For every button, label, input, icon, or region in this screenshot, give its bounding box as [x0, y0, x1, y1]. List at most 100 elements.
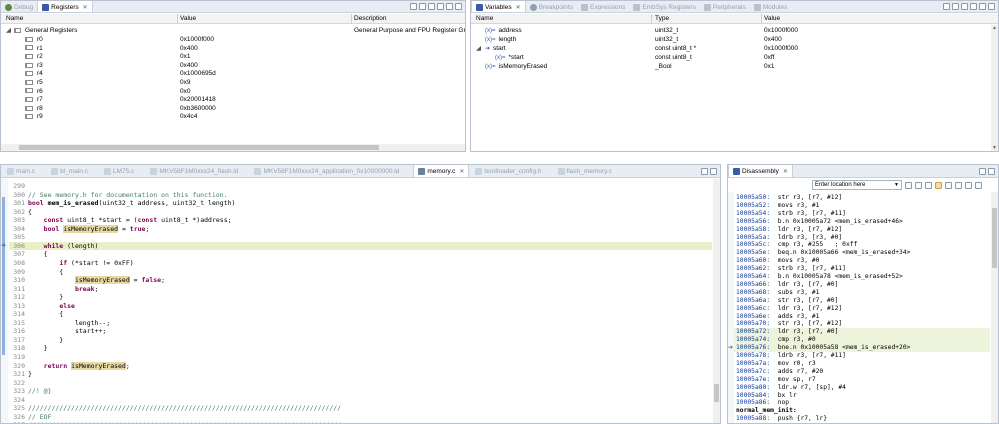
show-type-icon[interactable] [943, 3, 950, 10]
tab-registers[interactable]: Registers ✕ [37, 1, 93, 12]
register-row[interactable]: r0 0x1000f000 [1, 36, 465, 45]
code-line[interactable]: } [28, 344, 48, 352]
sync-icon[interactable] [915, 181, 922, 189]
minimize-icon[interactable] [979, 167, 986, 175]
restore-icon[interactable] [428, 3, 435, 10]
disassembly-line[interactable]: 10005a52: movs r3, #1 [736, 202, 819, 209]
register-group-row[interactable]: ◢ General Registers General Purpose and … [1, 27, 465, 36]
disassembly-line[interactable]: 10005a84: bx lr [736, 392, 797, 399]
disassembly-line[interactable]: 10005a68: subs r3, #1 [736, 289, 819, 296]
disassembly-line[interactable]: 10005a62: strb r3, [r7, #11] [736, 265, 846, 272]
refresh-icon[interactable] [945, 181, 952, 189]
register-row[interactable]: r4 0x1000695d [1, 70, 465, 79]
variable-value[interactable]: 0xff [764, 54, 774, 63]
code-line[interactable]: bool isMemoryErased = true; [28, 224, 149, 233]
code-line[interactable]: } [28, 336, 63, 344]
disassembly-line[interactable]: 10005a76: bne.n 0x10005a58 <mem_is_erase… [736, 344, 910, 351]
hscroll-thumb[interactable] [19, 145, 379, 150]
show-source-icon[interactable] [925, 181, 932, 189]
tab-application-ld[interactable]: MKV58F1M0xxx24_application_0x10000000.ld [242, 165, 403, 177]
disassembly-line[interactable]: 10005a7c: adds r7, #20 [736, 368, 823, 375]
scroll-up-icon[interactable]: ▲ [992, 25, 997, 31]
tab-embsys-registers[interactable]: EmbSys Registers [629, 1, 699, 12]
disassembly-line[interactable]: 10005a7a: mov r0, r3 [736, 360, 816, 367]
column-value[interactable]: Value [764, 15, 780, 22]
scroll-down-icon[interactable]: ▼ [992, 145, 997, 151]
code-line[interactable]: } [28, 370, 32, 378]
register-row[interactable]: r3 0x400 [1, 62, 465, 71]
register-value[interactable]: 0x1000f000 [180, 36, 214, 45]
disassembly-line[interactable]: 10005a5e: beq.n 0x10005a66 <mem_is_erase… [736, 249, 910, 256]
layout-icon[interactable] [419, 3, 426, 10]
column-name[interactable]: Name [6, 15, 23, 22]
link-with-editor-icon[interactable] [935, 181, 942, 189]
code-line[interactable]: // See memory.h for documentation on thi… [28, 191, 228, 199]
variable-value[interactable]: 0x1000f000 [764, 45, 798, 54]
register-value[interactable]: 0xb3600000 [180, 105, 216, 114]
collapse-all-icon[interactable] [410, 3, 417, 10]
code-line[interactable]: // EOF [28, 413, 51, 421]
code-line[interactable]: //! @} [28, 387, 51, 395]
menu-icon[interactable] [975, 181, 982, 189]
disassembly-line[interactable]: 10005a6c: ldr r3, [r7, #12] [736, 305, 842, 312]
tab-flash-memory-c[interactable]: flash_memory.c [546, 165, 616, 177]
variables-vscroll[interactable]: ▲ ▼ [991, 25, 998, 151]
expand-arrow-icon[interactable]: ◢ [476, 45, 481, 54]
disassembly-line[interactable]: 10005a54: strb r3, [r7, #11] [736, 210, 846, 217]
disassembly-line[interactable]: 10005a60: movs r3, #0 [736, 257, 819, 264]
registers-hscroll[interactable] [1, 144, 465, 151]
disassembly-line[interactable]: 10005a86: nop [736, 399, 789, 406]
register-value[interactable]: 0x9 [180, 79, 190, 88]
code-line[interactable]: bool mem_is_erased(uint32_t address, uin… [28, 199, 235, 207]
disassembly-line[interactable]: 10005a70: str r3, [r7, #12] [736, 320, 842, 327]
variable-value[interactable]: 0x1 [764, 63, 774, 72]
disassembly-line[interactable]: 10005a56: b.n 0x10005a72 <mem_is_erased+… [736, 218, 903, 225]
disassembly-line[interactable]: 10005a58: ldr r3, [r7, #12] [736, 226, 842, 233]
disassembly-line[interactable]: 10005a74: cmp r3, #0 [736, 336, 816, 343]
tab-disassembly[interactable]: Disassembly ✕ [728, 165, 793, 177]
menu-icon[interactable] [970, 3, 977, 10]
disassembly-vscroll[interactable] [991, 192, 998, 423]
editor-vscroll[interactable] [713, 179, 720, 423]
column-description[interactable]: Description [354, 15, 387, 22]
disassembly-line[interactable]: 10005a78: ldrb r3, [r7, #11] [736, 352, 846, 359]
maximize-icon[interactable] [455, 3, 462, 10]
code-line[interactable]: length--; [28, 319, 110, 327]
disassembly-line[interactable]: 10005a7e: mov sp, r7 [736, 376, 816, 383]
variable-row[interactable]: (x)= address uint32_t 0x1000f000 [471, 27, 998, 36]
minimize-icon[interactable] [701, 167, 708, 175]
variable-row[interactable]: (x)= length uint32_t 0x400 [471, 36, 998, 45]
code-line[interactable]: { [28, 310, 63, 318]
maximize-icon[interactable] [710, 167, 717, 175]
code-line[interactable]: { [28, 208, 32, 216]
tab-peripherals[interactable]: Peripherals [700, 1, 750, 12]
collapse-all-icon[interactable] [952, 3, 959, 10]
tab-memory-c[interactable]: memory.c ✕ [413, 165, 470, 177]
tab-modules[interactable]: Modules [750, 1, 792, 12]
code-line[interactable]: if (*start != 0xFF) [28, 259, 133, 267]
location-input[interactable]: Enter location here ▼ [812, 180, 902, 190]
code-line[interactable]: const uint8_t *start = (const uint8_t *)… [28, 216, 232, 224]
column-value[interactable]: Value [180, 15, 196, 22]
code-line[interactable]: else [28, 302, 75, 310]
code-line[interactable]: return isMemoryErased; [28, 361, 130, 370]
variable-row[interactable]: (x)= isMemoryErased _Bool 0x1 [471, 63, 998, 72]
chevron-down-icon[interactable]: ▼ [894, 181, 899, 189]
tab-bl-main-c[interactable]: bl_main.c [39, 165, 92, 177]
close-icon[interactable]: ✕ [83, 4, 88, 11]
register-value[interactable]: 0x1000695d [180, 70, 216, 79]
tab-flash-ld[interactable]: MKV58F1M0xxx24_flash.ld [138, 165, 242, 177]
register-row[interactable]: r1 0x400 [1, 45, 465, 54]
register-row[interactable]: r2 0x1 [1, 53, 465, 62]
column-type[interactable]: Type [655, 15, 669, 22]
disassembly-line[interactable]: 10005a80: ldr.w r7, [sp], #4 [736, 384, 846, 391]
register-row[interactable]: r6 0x0 [1, 88, 465, 97]
close-icon[interactable]: ✕ [459, 168, 464, 175]
disassembly-line[interactable]: 10005a5a: ldrb r3, [r3, #0] [736, 234, 842, 241]
vscroll-thumb[interactable] [992, 208, 997, 268]
disassembly-line[interactable]: 10005a6a: str r3, [r7, #0] [736, 297, 838, 304]
code-line[interactable]: { [28, 268, 63, 276]
register-row[interactable]: r7 0x20001418 [1, 96, 465, 105]
disassembly-line[interactable]: normal_mem_init: [736, 407, 797, 414]
code-line[interactable]: while (length) [28, 242, 99, 250]
